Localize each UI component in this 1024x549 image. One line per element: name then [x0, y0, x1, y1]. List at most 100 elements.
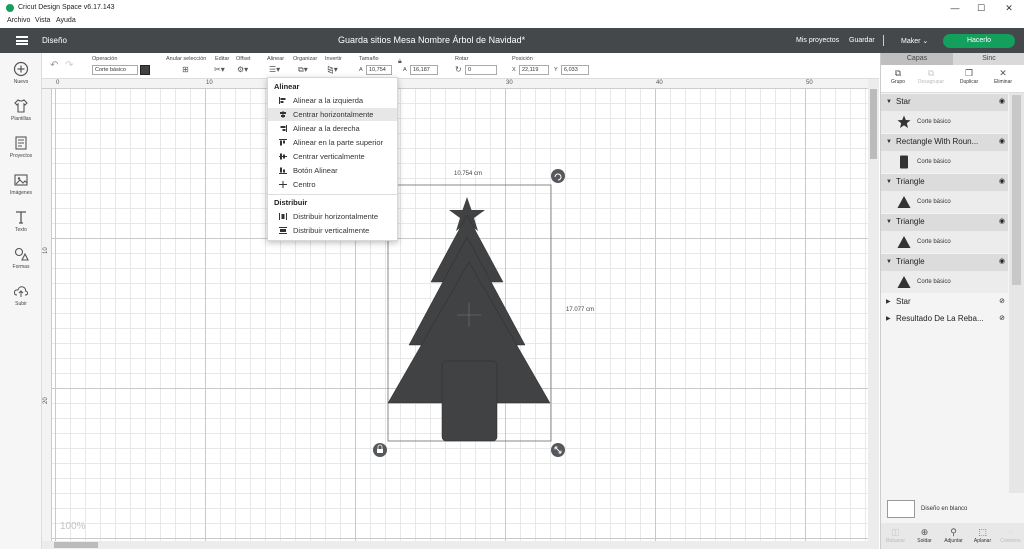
lock-icon[interactable]: 🔒︎	[398, 57, 402, 67]
group-button[interactable]: ⧉ Grupo	[881, 67, 915, 85]
eye-hidden-icon[interactable]: ⊘	[999, 294, 1005, 310]
eye-hidden-icon[interactable]: ⊘	[999, 311, 1005, 327]
eye-icon[interactable]: ◉	[999, 254, 1005, 270]
ruler-left: 10 20	[42, 89, 52, 549]
blank-canvas-label: Diseño en blanco	[921, 506, 968, 512]
edit-icon[interactable]: ✂▾	[214, 65, 225, 75]
menu-item-center-horizontal[interactable]: Centrar horizontalmente	[268, 108, 397, 121]
eye-icon[interactable]: ◉	[999, 134, 1005, 150]
sidebar-item-new[interactable]: Nuevo	[0, 57, 42, 91]
tab-layers[interactable]: Capas	[881, 53, 953, 65]
menu-ayuda[interactable]: Ayuda	[56, 17, 76, 24]
distribute-vertical-icon	[279, 227, 287, 234]
menu-item-distribute-horizontal[interactable]: Distribuir horizontalmente	[268, 210, 397, 223]
delete-button[interactable]: ✕ Eliminar	[986, 67, 1020, 85]
caret-down-icon[interactable]: ▼	[886, 94, 892, 110]
minimize-button[interactable]: —	[948, 2, 962, 14]
layer-row[interactable]: ▼ Triangle ◉	[881, 174, 1008, 191]
color-swatch[interactable]	[140, 65, 150, 75]
caret-right-icon[interactable]: ▶	[886, 294, 891, 310]
sidebar-item-projects[interactable]: Proyectos	[0, 131, 42, 165]
deselect-icon[interactable]: ⊞	[182, 65, 189, 75]
layer-sub-row[interactable]: Corte básico	[881, 231, 1008, 253]
align-top-icon	[279, 139, 287, 146]
layer-row-hidden[interactable]: ▶ Star ⊘	[881, 294, 1008, 311]
duplicate-button[interactable]: ❐ Duplicar	[952, 67, 986, 85]
menu-archivo[interactable]: Archivo	[7, 17, 30, 24]
sidebar-item-images[interactable]: Imágenes	[0, 168, 42, 202]
canvas-horizontal-scrollbar[interactable]	[42, 541, 868, 549]
align-icon[interactable]: ☰▾	[269, 65, 280, 75]
layer-row[interactable]: ▼ Rectangle With Roun... ◉	[881, 134, 1008, 151]
scroll-thumb[interactable]	[1012, 95, 1021, 285]
my-projects-link[interactable]: Mis proyectos	[796, 37, 839, 44]
weld-button[interactable]: ⊕ Soldar	[910, 526, 939, 544]
y-input[interactable]: 6,033	[561, 65, 589, 75]
caret-right-icon[interactable]: ▶	[886, 311, 891, 327]
contour-button[interactable]: ◌ Contorno	[996, 526, 1024, 544]
operation-select[interactable]: Corte básico	[92, 65, 138, 75]
caret-down-icon[interactable]: ▼	[886, 254, 892, 270]
hamburger-menu-icon[interactable]	[16, 36, 28, 45]
caret-down-icon[interactable]: ▼	[886, 134, 892, 150]
layer-row-hidden[interactable]: ▶ Resultado De La Reba... ⊘	[881, 311, 1008, 328]
rotate-input[interactable]: 0	[465, 65, 497, 75]
ungroup-button[interactable]: ⧉ Desagrupar	[914, 67, 948, 85]
layer-row[interactable]: ▼ Star ◉	[881, 94, 1008, 111]
scroll-thumb[interactable]	[54, 542, 98, 548]
menu-item-align-top[interactable]: Alinear en la parte superior	[268, 136, 397, 149]
menu-item-label: Alinear a la izquierda	[293, 96, 364, 105]
save-link[interactable]: Guardar	[849, 37, 875, 44]
tab-sync[interactable]: Sinc	[953, 53, 1024, 65]
height-input[interactable]: 16,187	[410, 65, 438, 75]
flatten-button[interactable]: ⬚ Aplanar	[968, 526, 997, 544]
machine-select[interactable]: Maker ⌄	[901, 37, 928, 45]
offset-icon[interactable]: ⚙▾	[237, 65, 248, 75]
menu-item-label: Alinear a la derecha	[293, 124, 360, 133]
menu-item-align-left[interactable]: Alinear a la izquierda	[268, 94, 397, 107]
menu-item-distribute-vertical[interactable]: Distribuir verticalmente	[268, 224, 397, 237]
sidebar-item-shapes[interactable]: Formas	[0, 242, 42, 276]
canvas-vertical-scrollbar[interactable]	[868, 79, 879, 549]
layer-sub-row[interactable]: Corte básico	[881, 111, 1008, 133]
eye-icon[interactable]: ◉	[999, 214, 1005, 230]
menu-vista[interactable]: Vista	[35, 17, 50, 24]
flip-icon[interactable]: ⧎▾	[327, 65, 338, 75]
zoom-level[interactable]: 100%	[60, 521, 86, 532]
width-input[interactable]: 10,754	[366, 65, 392, 75]
eye-icon[interactable]: ◉	[999, 94, 1005, 110]
layer-sub-row[interactable]: Corte básico	[881, 191, 1008, 213]
layer-row[interactable]: ▼ Triangle ◉	[881, 214, 1008, 231]
sidebar-item-text[interactable]: Texto	[0, 205, 42, 239]
undo-icon[interactable]: ↶	[50, 61, 58, 71]
layer-name: Resultado De La Reba...	[896, 314, 984, 323]
rotate-handle-icon[interactable]	[551, 169, 565, 183]
sidebar-label: Plantillas	[10, 116, 31, 122]
x-input[interactable]: 22,119	[519, 65, 549, 75]
attach-button[interactable]: ⚲ Adjuntar	[939, 526, 968, 544]
layer-sub-row[interactable]: Corte básico	[881, 271, 1008, 293]
panel-scrollbar[interactable]	[1009, 93, 1024, 493]
trunk-rectangle[interactable]	[441, 360, 498, 442]
caret-down-icon[interactable]: ▼	[886, 174, 892, 190]
close-button[interactable]: ✕	[1002, 2, 1016, 14]
redo-icon[interactable]: ↷	[65, 61, 73, 71]
layer-row[interactable]: ▼ Triangle ◉	[881, 254, 1008, 271]
slice-button[interactable]: ◫ Rebanar	[881, 526, 910, 544]
tree-design[interactable]	[370, 165, 580, 460]
action-label: Grupo	[891, 79, 905, 85]
make-it-button[interactable]: Hacerlo	[943, 34, 1015, 48]
menu-item-align-bottom[interactable]: Botón Alinear	[268, 164, 397, 177]
scroll-thumb[interactable]	[870, 89, 877, 159]
layer-sub-row[interactable]: Corte básico	[881, 151, 1008, 173]
menu-item-center-vertical[interactable]: Centrar verticalmente	[268, 150, 397, 163]
eye-icon[interactable]: ◉	[999, 174, 1005, 190]
sidebar-item-templates[interactable]: Plantillas	[0, 94, 42, 128]
caret-down-icon[interactable]: ▼	[886, 214, 892, 230]
sidebar-item-upload[interactable]: Subir	[0, 279, 42, 313]
blank-canvas-swatch[interactable]	[887, 500, 915, 518]
menu-item-align-right[interactable]: Alinear a la derecha	[268, 122, 397, 135]
arrange-icon[interactable]: ⧉▾	[298, 65, 308, 75]
menu-item-center[interactable]: Centro	[268, 178, 397, 191]
maximize-button[interactable]: ☐	[974, 2, 988, 14]
